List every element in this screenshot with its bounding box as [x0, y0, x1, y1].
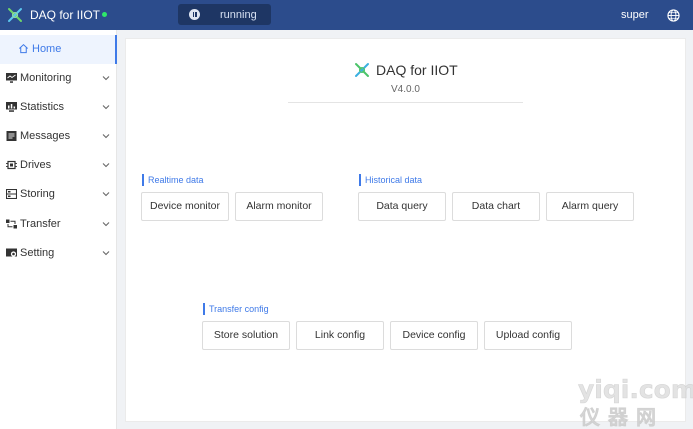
data-query-button[interactable]: Data query	[358, 192, 446, 221]
title-divider	[288, 102, 523, 103]
chevron-down-icon	[102, 192, 110, 197]
sidebar-item-label: Monitoring	[20, 72, 72, 84]
sidebar-item-setting[interactable]: Setting	[0, 239, 117, 268]
transfer-icon	[6, 219, 17, 229]
sidebar-item-drives[interactable]: Drives	[0, 151, 117, 180]
sidebar-item-label: Home	[32, 43, 62, 55]
chevron-down-icon	[102, 163, 110, 168]
sidebar-item-transfer[interactable]: Transfer	[0, 210, 117, 239]
link-config-button[interactable]: Link config	[296, 321, 384, 350]
sidebar-item-label: Transfer	[20, 218, 61, 230]
svg-text:yiqi.com: yiqi.com	[578, 375, 693, 404]
sidebar-item-monitoring[interactable]: Monitoring	[0, 64, 117, 93]
section-label-transfer: Transfer config	[203, 303, 269, 315]
device-monitor-button[interactable]: Device monitor	[141, 192, 229, 221]
chevron-down-icon	[102, 105, 110, 110]
chevron-down-icon	[102, 222, 110, 227]
sidebar-item-label: Storing	[20, 188, 55, 200]
device-config-button[interactable]: Device config	[390, 321, 478, 350]
run-status-label: running	[220, 9, 257, 21]
sidebar-item-label: Drives	[20, 159, 52, 171]
storage-icon	[6, 189, 17, 199]
sidebar-item-label: Statistics	[20, 101, 65, 113]
top-bar: DAQ for IIOT running super	[0, 0, 693, 30]
run-status-toggle[interactable]: running	[178, 4, 271, 25]
sidebar-item-label: Setting	[20, 247, 55, 259]
sidebar-item-label: Messages	[20, 130, 71, 142]
upload-config-button[interactable]: Upload config	[484, 321, 572, 350]
statistics-icon	[6, 102, 17, 112]
store-solution-button[interactable]: Store solution	[202, 321, 290, 350]
chevron-down-icon	[102, 76, 110, 81]
data-chart-button[interactable]: Data chart	[452, 192, 540, 221]
watermark-logo: yiqi.com 仪器网	[578, 375, 693, 429]
globe-icon[interactable]	[667, 9, 680, 22]
app-title: DAQ for IIOT	[30, 8, 101, 22]
monitor-icon	[6, 73, 17, 83]
chip-icon	[6, 160, 17, 170]
chevron-down-icon	[102, 134, 110, 139]
user-name[interactable]: super	[621, 9, 649, 21]
version-label: V4.0.0	[391, 84, 420, 95]
app-logo-icon	[8, 8, 22, 22]
alarm-monitor-button[interactable]: Alarm monitor	[235, 192, 323, 221]
alarm-query-button[interactable]: Alarm query	[546, 192, 634, 221]
brand-logo-icon	[355, 63, 369, 77]
status-indicator-dot	[102, 12, 107, 17]
sidebar: Home Monitoring Statistics Messages Driv…	[0, 30, 117, 429]
section-label-realtime: Realtime data	[142, 174, 204, 186]
sidebar-item-home[interactable]: Home	[0, 35, 117, 64]
page-title: DAQ for IIOT	[376, 62, 458, 78]
sidebar-item-storing[interactable]: Storing	[0, 180, 117, 209]
home-icon	[19, 43, 28, 54]
main-panel	[125, 38, 686, 422]
sidebar-item-messages[interactable]: Messages	[0, 122, 117, 151]
setting-icon	[6, 248, 17, 257]
section-label-historical: Historical data	[359, 174, 422, 186]
chevron-down-icon	[102, 251, 110, 256]
messages-icon	[6, 131, 17, 141]
sidebar-item-statistics[interactable]: Statistics	[0, 93, 117, 122]
pause-icon[interactable]	[189, 9, 200, 20]
svg-text:仪器网: 仪器网	[579, 405, 664, 429]
